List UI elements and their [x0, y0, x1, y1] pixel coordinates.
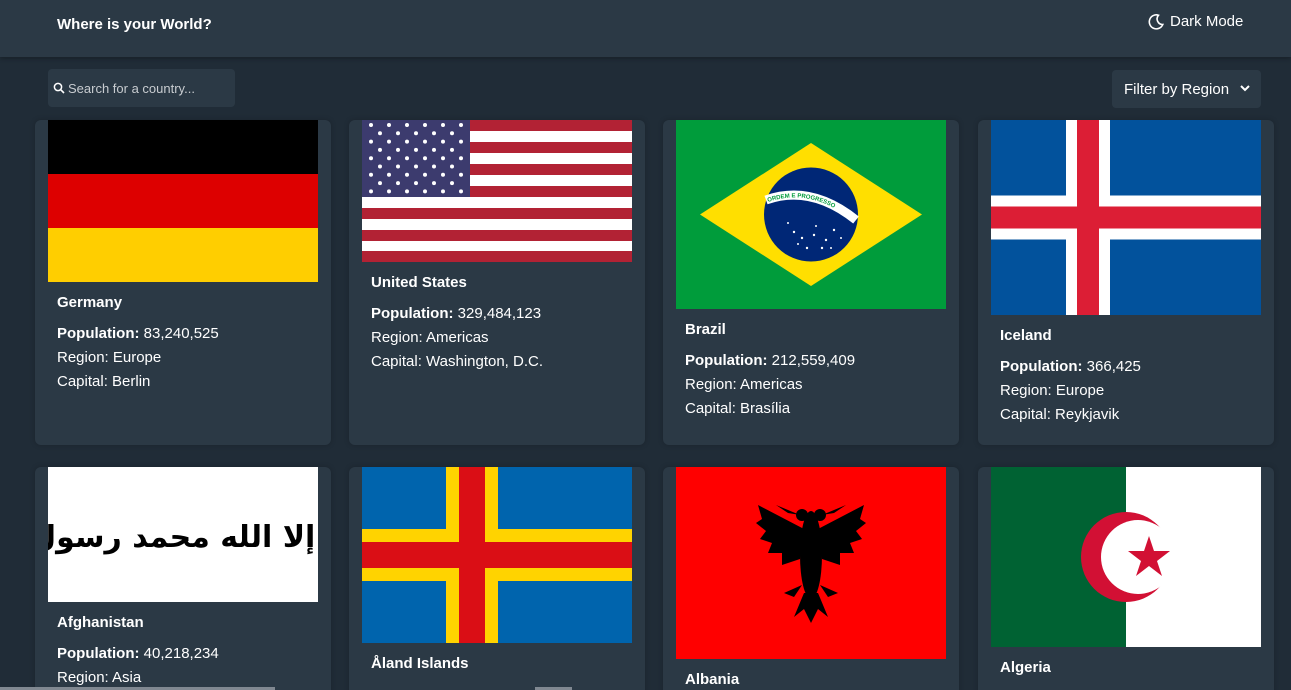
region-filter-select[interactable]: Filter by Region	[1112, 70, 1261, 108]
country-capital: Capital: Berlin	[57, 373, 151, 390]
country-card-aland-islands[interactable]: Åland Islands	[349, 467, 645, 690]
app-header: Where is your World? Dark Mode	[0, 0, 1291, 57]
country-name: Brazil	[685, 321, 726, 338]
country-name: Albania	[685, 671, 740, 688]
country-capital: Capital: Washington, D.C.	[371, 353, 544, 370]
chevron-down-icon	[1240, 85, 1250, 92]
country-capital: Capital: Brasília	[685, 400, 791, 417]
search-icon	[53, 82, 65, 94]
country-card-afghanistan[interactable]: لا إله إلا الله محمد رسول الله Afghanist…	[35, 467, 331, 690]
dark-mode-label: Dark Mode	[1170, 13, 1244, 30]
region-filter-label: Filter by Region	[1124, 80, 1230, 98]
country-card-united-states[interactable]: United States Population: 329,484,123 Re…	[349, 120, 645, 445]
country-population: Population: 212,559,409	[685, 352, 856, 369]
search-box[interactable]	[48, 69, 235, 107]
country-name: United States	[371, 274, 467, 291]
country-population: Population: 329,484,123	[371, 305, 542, 322]
search-input[interactable]	[68, 80, 228, 96]
country-name: Algeria	[1000, 659, 1051, 676]
country-name: Germany	[57, 294, 123, 311]
flag-afghanistan: لا إله إلا الله محمد رسول الله	[48, 467, 318, 602]
flag-albania	[676, 467, 946, 659]
country-card-albania[interactable]: Albania	[663, 467, 959, 690]
country-card-algeria[interactable]: Algeria	[978, 467, 1274, 690]
country-population: Population: 83,240,525	[57, 325, 219, 342]
flag-germany	[48, 120, 318, 282]
country-card-brazil[interactable]: ORDEM E PROGRESSO Brazil Population: 212…	[663, 120, 959, 445]
dark-mode-toggle[interactable]: Dark Mode	[1148, 13, 1243, 30]
country-card-iceland[interactable]: Iceland Population: 366,425 Region: Euro…	[978, 120, 1274, 445]
country-region: Region: Europe	[1000, 382, 1105, 399]
svg-text:لا إله إلا الله محمد رسول الله: لا إله إلا الله محمد رسول الله	[48, 520, 318, 555]
country-region: Region: Europe	[57, 349, 162, 366]
app-title: Where is your World?	[57, 16, 212, 33]
country-population: Population: 366,425	[1000, 358, 1141, 375]
country-card-germany[interactable]: Germany Population: 83,240,525 Region: E…	[35, 120, 331, 445]
flag-brazil: ORDEM E PROGRESSO	[676, 120, 946, 309]
country-region: Region: Americas	[371, 329, 489, 346]
country-capital: Capital: Reykjavik	[1000, 406, 1120, 423]
country-population: Population: 40,218,234	[57, 645, 219, 662]
flag-aland-islands	[362, 467, 632, 643]
flag-iceland	[991, 120, 1261, 315]
country-name: Iceland	[1000, 327, 1052, 344]
country-region: Region: Americas	[685, 376, 803, 393]
country-name: Åland Islands	[371, 655, 469, 672]
moon-icon	[1148, 13, 1164, 30]
country-name: Afghanistan	[57, 614, 144, 631]
flag-algeria	[991, 467, 1261, 647]
flag-united-states	[362, 120, 632, 262]
